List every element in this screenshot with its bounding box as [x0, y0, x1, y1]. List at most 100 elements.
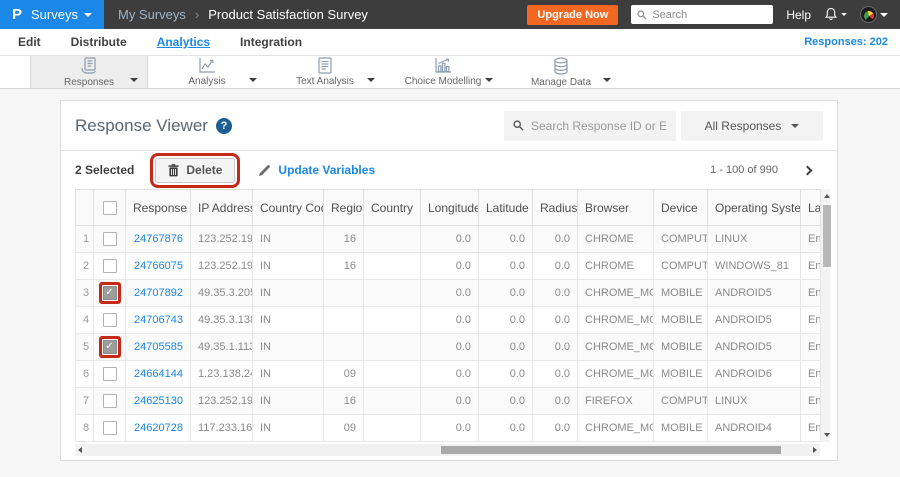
- response-id-link[interactable]: 24767876: [134, 233, 183, 245]
- horizontal-scroll-thumb[interactable]: [441, 446, 781, 454]
- row-checkbox-cell: [93, 414, 126, 442]
- column-header-response-id[interactable]: Response ID: [125, 189, 191, 226]
- next-page-button[interactable]: [802, 165, 813, 175]
- selected-count: 2 Selected: [75, 163, 135, 177]
- table-cell: 0.0: [532, 333, 578, 361]
- table-cell: [323, 279, 364, 307]
- toolbar-item-text-analysis[interactable]: Text Analysis: [266, 56, 384, 88]
- toolbar-item-manage-data[interactable]: Manage Data: [502, 56, 620, 88]
- app-logo[interactable]: P: [12, 6, 22, 23]
- response-id-link[interactable]: 24706743: [134, 314, 183, 326]
- responses-filter-dropdown[interactable]: All Responses: [681, 110, 823, 141]
- table-cell: 16: [323, 225, 364, 253]
- nav-tab-integration[interactable]: Integration: [240, 35, 302, 49]
- response-id-link[interactable]: 24664144: [134, 368, 183, 380]
- account-menu[interactable]: [860, 6, 888, 23]
- toolbar-dropdown-responses[interactable]: [130, 69, 138, 87]
- response-id-link[interactable]: 24625130: [134, 395, 183, 407]
- row-checkbox[interactable]: [102, 394, 117, 408]
- column-header-country[interactable]: Country: [363, 189, 421, 226]
- table-row: 6 24664144 1.23.138.24 IN 09 0.0 0.0 0.0 CHROME_…: [75, 360, 821, 388]
- column-header-lan[interactable]: Lan: [800, 189, 821, 226]
- update-variables-button[interactable]: Update Variables: [258, 163, 375, 177]
- select-all-checkbox[interactable]: [102, 200, 117, 215]
- row-checkbox[interactable]: [102, 232, 117, 246]
- table-cell: CHROME_MOBILE: [577, 279, 654, 307]
- breadcrumb-my-surveys[interactable]: My Surveys: [118, 7, 186, 22]
- notifications-menu[interactable]: [824, 7, 847, 22]
- response-id-cell: 24664144: [125, 360, 191, 388]
- row-checkbox[interactable]: ✓: [102, 340, 117, 354]
- column-header-region[interactable]: Region: [323, 189, 364, 226]
- table-cell: ANDROID5: [707, 279, 801, 307]
- scroll-left-icon[interactable]: [78, 447, 82, 453]
- analytics-toolbar: Responses Analysis Text Analysis Choice Mod…: [0, 56, 900, 89]
- response-id-link[interactable]: 24766075: [134, 260, 183, 272]
- table-cell: 0.0: [478, 333, 533, 361]
- table-cell: 09: [323, 360, 364, 388]
- scroll-right-icon[interactable]: [813, 447, 817, 453]
- table-cell: 0.0: [532, 306, 578, 334]
- column-header-device[interactable]: Device: [653, 189, 708, 226]
- surveys-menu[interactable]: Surveys: [31, 7, 92, 22]
- table-cell: [323, 333, 364, 361]
- row-checkbox[interactable]: [102, 367, 117, 381]
- response-id-link[interactable]: 24620728: [134, 422, 183, 434]
- response-search-input[interactable]: [531, 118, 666, 133]
- global-search-input[interactable]: [652, 8, 763, 21]
- column-header-latitude[interactable]: Latitude: [478, 189, 533, 226]
- table-row: 724625130123.252.193.148IN160.00.00.0FIR…: [75, 387, 821, 415]
- response-id-link[interactable]: 24707892: [134, 287, 183, 299]
- column-header-radius[interactable]: Radius: [532, 189, 578, 226]
- table-cell: CHROME_MOBILE: [577, 306, 654, 334]
- table-cell: [363, 279, 421, 307]
- response-search-box[interactable]: [504, 110, 676, 141]
- table-cell: Eng: [800, 306, 821, 334]
- column-header-country-code[interactable]: Country Code: [252, 189, 324, 226]
- delete-button[interactable]: Delete: [155, 157, 236, 183]
- row-checkbox[interactable]: [102, 259, 117, 273]
- column-header-browser[interactable]: Browser: [577, 189, 654, 226]
- vertical-scroll-thumb[interactable]: [823, 205, 831, 267]
- row-checkbox[interactable]: ✓: [102, 286, 117, 300]
- column-header-operating-system[interactable]: Operating System: [707, 189, 801, 226]
- table-cell: CHROME_MOBILE: [577, 360, 654, 388]
- global-search-box[interactable]: [631, 5, 774, 24]
- horizontal-scrollbar[interactable]: [75, 444, 820, 456]
- table-cell: IN: [252, 414, 324, 442]
- surveys-menu-label: Surveys: [31, 7, 78, 22]
- table-cell: 0.0: [420, 252, 479, 280]
- toolbar-dropdown-analysis[interactable]: [249, 69, 257, 87]
- help-circle-icon[interactable]: ?: [215, 117, 232, 134]
- toolbar-dropdown-text-analysis[interactable]: [367, 69, 375, 87]
- page-title: Product Satisfaction Survey: [208, 7, 368, 22]
- column-header-longitude[interactable]: Longitude: [420, 189, 479, 226]
- table-cell: Eng: [800, 360, 821, 388]
- toolbar-item-choice-modelling[interactable]: Choice Modelling: [384, 56, 502, 88]
- response-id-link[interactable]: 24705585: [134, 341, 183, 353]
- scroll-down-icon[interactable]: [824, 433, 830, 437]
- nav-tab-analytics[interactable]: Analytics: [157, 35, 210, 49]
- response-id-cell: 24766075: [125, 252, 191, 280]
- table-cell: WINDOWS_81: [707, 252, 801, 280]
- upgrade-now-button[interactable]: Upgrade Now: [527, 4, 619, 25]
- scroll-up-icon[interactable]: [824, 194, 830, 198]
- row-checkbox[interactable]: [102, 421, 117, 435]
- responses-table: Response IDIP AddressCountry CodeRegionC…: [75, 189, 821, 442]
- row-checkbox[interactable]: [102, 313, 117, 327]
- toolbar-item-responses[interactable]: Responses: [30, 56, 148, 88]
- toolbar-dropdown-choice-modelling[interactable]: [485, 69, 493, 87]
- nav-tab-edit[interactable]: Edit: [18, 35, 41, 49]
- response-viewer-panel: Response Viewer ? All Responses: [60, 100, 838, 461]
- table-cell: Eng: [800, 279, 821, 307]
- toolbar-item-analysis[interactable]: Analysis: [148, 56, 266, 88]
- nav-tab-distribute[interactable]: Distribute: [71, 35, 127, 49]
- column-header-ip-address[interactable]: IP Address: [190, 189, 253, 226]
- toolbar-dropdown-manage-data[interactable]: [603, 69, 611, 87]
- manage-data-icon: [553, 56, 569, 76]
- vertical-scrollbar[interactable]: [821, 189, 831, 442]
- table-cell: IN: [252, 360, 324, 388]
- row-checkbox-cell: ✓: [93, 279, 126, 307]
- table-row: 124767876123.252.193.148IN160.00.00.0CHR…: [75, 225, 821, 253]
- help-link[interactable]: Help: [786, 8, 811, 22]
